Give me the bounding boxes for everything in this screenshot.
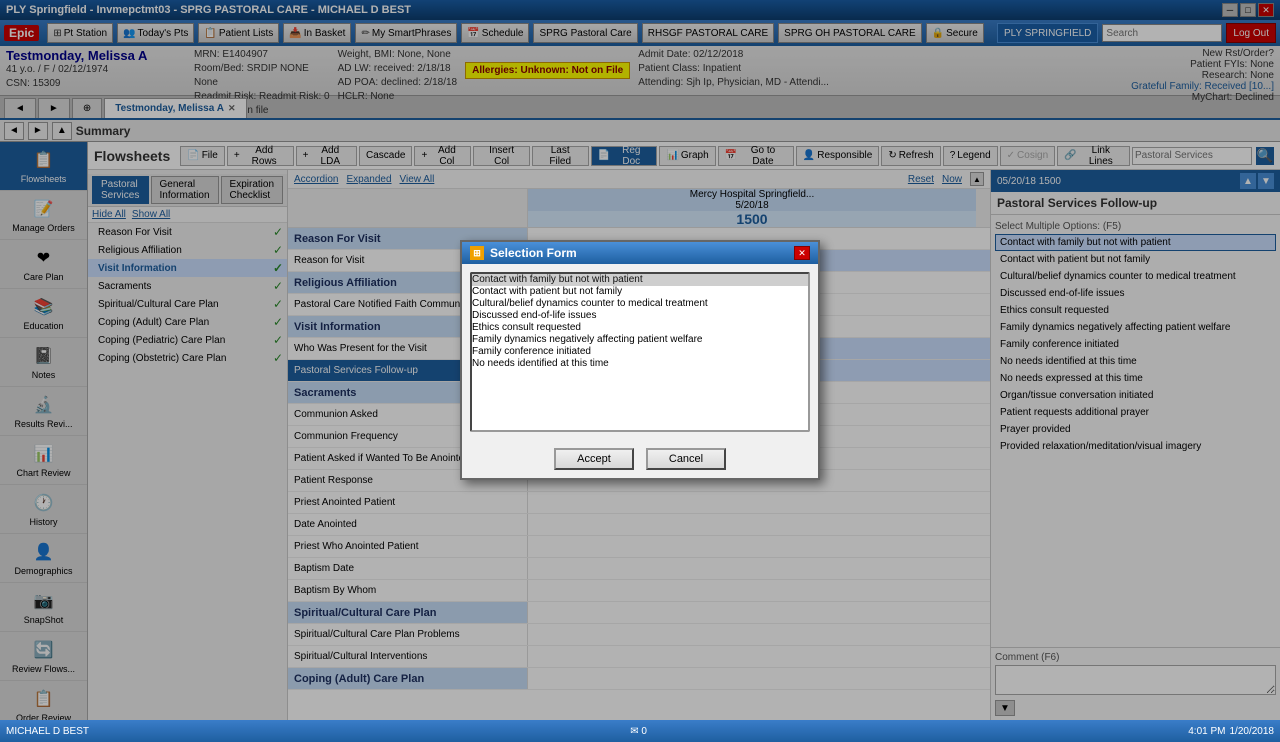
modal-item-1: Contact with family but not with patient: [472, 274, 808, 286]
selection-modal: ⊞ Selection Form ✕ Contact with family b…: [460, 240, 820, 480]
status-user: MICHAEL D BEST: [6, 726, 89, 737]
status-date: 1/20/2018: [1229, 726, 1274, 737]
modal-item-8: No needs identified at this time: [472, 358, 808, 370]
modal-overlay: ⊞ Selection Form ✕ Contact with family b…: [0, 0, 1280, 720]
modal-item-2: Contact with patient but not family: [472, 286, 808, 298]
modal-titlebar: ⊞ Selection Form ✕: [462, 242, 818, 264]
status-bar: MICHAEL D BEST ✉ 0 4:01 PM 1/20/2018: [0, 720, 1280, 742]
modal-item-5: Ethics consult requested: [472, 322, 808, 334]
modal-title-area: ⊞ Selection Form: [470, 246, 577, 260]
modal-cancel-button[interactable]: Cancel: [646, 448, 726, 470]
modal-item-3: Cultural/belief dynamics counter to medi…: [472, 298, 808, 310]
status-right: 4:01 PM 1/20/2018: [1188, 726, 1274, 737]
modal-accept-button[interactable]: Accept: [554, 448, 634, 470]
modal-title: Selection Form: [490, 246, 577, 260]
modal-buttons: Accept Cancel: [462, 440, 818, 478]
modal-item-7: Family conference initiated: [472, 346, 808, 358]
modal-content: Contact with family but not with patient…: [462, 264, 818, 440]
status-messages: ✉ 0: [630, 726, 647, 737]
modal-icon: ⊞: [470, 246, 484, 260]
status-time: 4:01 PM: [1188, 726, 1225, 737]
modal-list[interactable]: Contact with family but not with patient…: [470, 272, 810, 432]
modal-item-4: Discussed end-of-life issues: [472, 310, 808, 322]
modal-close-button[interactable]: ✕: [794, 246, 810, 260]
modal-item-6: Family dynamics negatively affecting pat…: [472, 334, 808, 346]
